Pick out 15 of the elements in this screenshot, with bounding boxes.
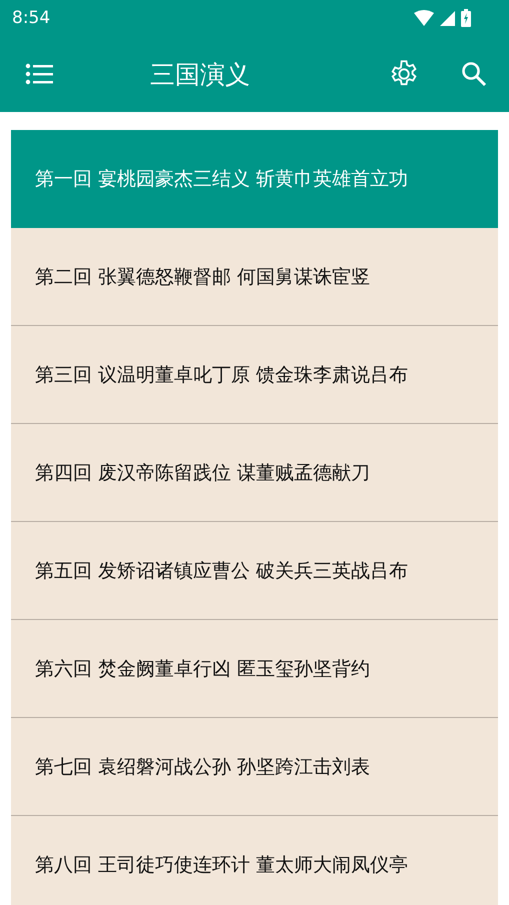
- wifi-icon: [414, 10, 434, 26]
- chapter-item[interactable]: 第四回 废汉帝陈留践位 谋董贼孟德献刀: [11, 424, 498, 522]
- chapter-item[interactable]: 第五回 发矫诏诸镇应曹公 破关兵三英战吕布: [11, 522, 498, 620]
- signal-icon: [440, 10, 455, 26]
- app-title: 三国演义: [150, 58, 250, 90]
- chapter-item[interactable]: 第一回 宴桃园豪杰三结义 斩黄巾英雄首立功: [11, 130, 498, 228]
- chapter-item[interactable]: 第七回 袁绍磐河战公孙 孙坚跨江击刘表: [11, 718, 498, 816]
- chapter-item[interactable]: 第六回 焚金阙董卓行凶 匿玉玺孙坚背约: [11, 620, 498, 718]
- battery-icon: [461, 9, 471, 27]
- chapter-item[interactable]: 第三回 议温明董卓叱丁原 馈金珠李肃说吕布: [11, 326, 498, 424]
- status-time: 8:54: [12, 8, 50, 28]
- chapter-item[interactable]: 第二回 张翼德怒鞭督邮 何国舅谋诛宦竖: [11, 228, 498, 326]
- search-icon[interactable]: [461, 61, 487, 87]
- chapter-item[interactable]: 第八回 王司徒巧使连环计 董太师大闹凤仪亭: [11, 816, 498, 905]
- menu-icon[interactable]: [25, 63, 53, 85]
